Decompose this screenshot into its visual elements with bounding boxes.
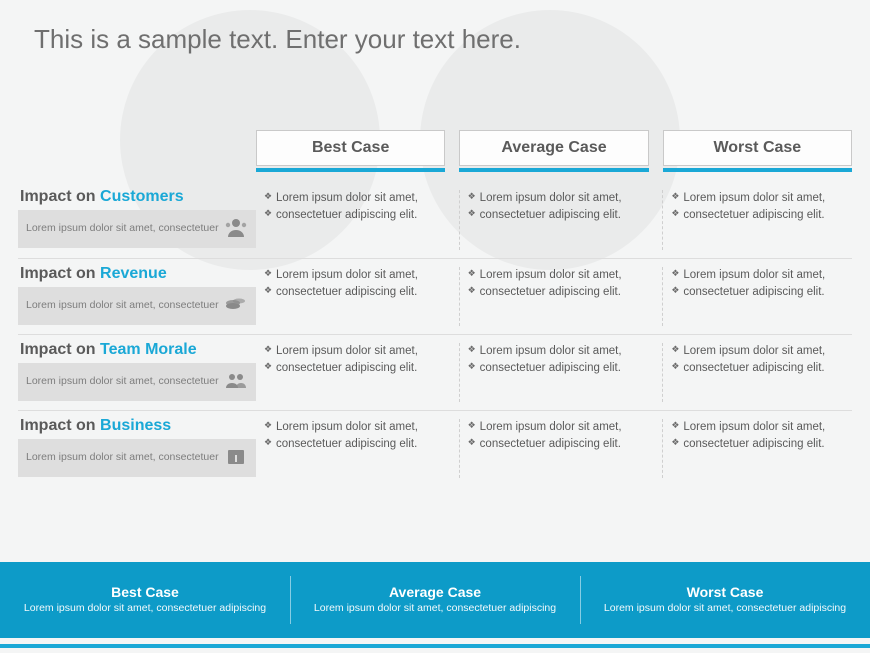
- team-icon: [220, 370, 248, 394]
- row-title: Impact on Team Morale: [18, 335, 256, 363]
- cell-average: Lorem ipsum dolor sit amet,consectetuer …: [459, 343, 649, 402]
- bullet: consectetuer adipiscing elit.: [671, 436, 852, 453]
- cell-best: Lorem ipsum dolor sit amet,consectetuer …: [264, 267, 445, 326]
- bullet: Lorem ipsum dolor sit amet,: [264, 267, 445, 284]
- bullet: Lorem ipsum dolor sit amet,: [264, 419, 445, 436]
- cell-worst: Lorem ipsum dolor sit amet,consectetuer …: [662, 343, 852, 402]
- cell-worst: Lorem ipsum dolor sit amet,consectetuer …: [662, 419, 852, 478]
- table-row: Impact on Team Morale Lorem ipsum dolor …: [18, 334, 852, 410]
- cell-best: Lorem ipsum dolor sit amet,consectetuer …: [264, 343, 445, 402]
- page-title: This is a sample text. Enter your text h…: [34, 24, 521, 55]
- row-label: Impact on Business Lorem ipsum dolor sit…: [18, 411, 256, 486]
- row-label: Impact on Customers Lorem ipsum dolor si…: [18, 182, 256, 258]
- footer-average: Average Case Lorem ipsum dolor sit amet,…: [290, 562, 580, 638]
- row-title: Impact on Revenue: [18, 259, 256, 287]
- row-subtitle-text: Lorem ipsum dolor sit amet, consectetuer: [26, 222, 219, 235]
- row-cells: Lorem ipsum dolor sit amet,consectetuer …: [256, 335, 852, 410]
- bullet: Lorem ipsum dolor sit amet,: [468, 419, 649, 436]
- row-subtitle: Lorem ipsum dolor sit amet, consectetuer: [18, 439, 256, 477]
- row-title-prefix: Impact on: [20, 188, 100, 205]
- footer-best: Best Case Lorem ipsum dolor sit amet, co…: [0, 562, 290, 638]
- row-title: Impact on Business: [18, 411, 256, 439]
- bullet: Lorem ipsum dolor sit amet,: [671, 343, 852, 360]
- row-cells: Lorem ipsum dolor sit amet,consectetuer …: [256, 259, 852, 334]
- footer-worst: Worst Case Lorem ipsum dolor sit amet, c…: [580, 562, 870, 638]
- row-subtitle: Lorem ipsum dolor sit amet, consectetuer: [18, 210, 256, 248]
- footer-title: Best Case: [111, 584, 179, 600]
- row-title-accent: Team Morale: [100, 341, 197, 358]
- impact-matrix: Best Case Average Case Worst Case Impact…: [18, 130, 852, 486]
- table-row: Impact on Customers Lorem ipsum dolor si…: [18, 182, 852, 258]
- cell-worst: Lorem ipsum dolor sit amet,consectetuer …: [662, 267, 852, 326]
- footer-title: Average Case: [389, 584, 481, 600]
- bullet: Lorem ipsum dolor sit amet,: [468, 190, 649, 207]
- bullet: Lorem ipsum dolor sit amet,: [468, 343, 649, 360]
- footer-sub: Lorem ipsum dolor sit amet, consectetuer…: [604, 602, 846, 616]
- bullet: consectetuer adipiscing elit.: [468, 360, 649, 377]
- row-title-accent: Customers: [100, 188, 184, 205]
- row-cells: Lorem ipsum dolor sit amet,consectetuer …: [256, 182, 852, 258]
- row-label: Impact on Revenue Lorem ipsum dolor sit …: [18, 259, 256, 334]
- column-header-worst: Worst Case: [663, 130, 852, 166]
- cell-average: Lorem ipsum dolor sit amet,consectetuer …: [459, 267, 649, 326]
- footer-sub: Lorem ipsum dolor sit amet, consectetuer…: [314, 602, 556, 616]
- row-subtitle-text: Lorem ipsum dolor sit amet, consectetuer: [26, 451, 219, 464]
- bullet: Lorem ipsum dolor sit amet,: [468, 267, 649, 284]
- cell-best: Lorem ipsum dolor sit amet,consectetuer …: [264, 190, 445, 250]
- bullet: Lorem ipsum dolor sit amet,: [671, 190, 852, 207]
- row-title-prefix: Impact on: [20, 341, 100, 358]
- row-subtitle: Lorem ipsum dolor sit amet, consectetuer: [18, 287, 256, 325]
- bullet: Lorem ipsum dolor sit amet,: [671, 419, 852, 436]
- bullet: consectetuer adipiscing elit.: [671, 284, 852, 301]
- cell-average: Lorem ipsum dolor sit amet,consectetuer …: [459, 190, 649, 250]
- row-label: Impact on Team Morale Lorem ipsum dolor …: [18, 335, 256, 410]
- row-title-prefix: Impact on: [20, 265, 100, 282]
- row-title-prefix: Impact on: [20, 417, 100, 434]
- row-title-accent: Business: [100, 417, 171, 434]
- bullet: consectetuer adipiscing elit.: [264, 284, 445, 301]
- rows: Impact on Customers Lorem ipsum dolor si…: [18, 182, 852, 486]
- row-subtitle-text: Lorem ipsum dolor sit amet, consectetuer: [26, 299, 219, 312]
- bullet: consectetuer adipiscing elit.: [468, 284, 649, 301]
- table-row: Impact on Business Lorem ipsum dolor sit…: [18, 410, 852, 486]
- bullet: consectetuer adipiscing elit.: [264, 360, 445, 377]
- column-header-best: Best Case: [256, 130, 445, 166]
- bullet: Lorem ipsum dolor sit amet,: [264, 190, 445, 207]
- row-subtitle-text: Lorem ipsum dolor sit amet, consectetuer: [26, 375, 219, 388]
- row-title: Impact on Customers: [18, 182, 256, 210]
- bullet: consectetuer adipiscing elit.: [264, 436, 445, 453]
- footer-sub: Lorem ipsum dolor sit amet, consectetuer…: [24, 602, 266, 616]
- customers-icon: [220, 217, 248, 241]
- column-headers: Best Case Average Case Worst Case: [256, 130, 852, 166]
- bullet: consectetuer adipiscing elit.: [264, 207, 445, 224]
- bullet: consectetuer adipiscing elit.: [671, 207, 852, 224]
- bullet: Lorem ipsum dolor sit amet,: [264, 343, 445, 360]
- footer-summary: Best Case Lorem ipsum dolor sit amet, co…: [0, 562, 870, 638]
- bullet: consectetuer adipiscing elit.: [468, 207, 649, 224]
- cell-average: Lorem ipsum dolor sit amet,consectetuer …: [459, 419, 649, 478]
- bullet: consectetuer adipiscing elit.: [468, 436, 649, 453]
- footer-title: Worst Case: [687, 584, 764, 600]
- cell-best: Lorem ipsum dolor sit amet,consectetuer …: [264, 419, 445, 478]
- footer-accent-line: [0, 644, 870, 648]
- table-row: Impact on Revenue Lorem ipsum dolor sit …: [18, 258, 852, 334]
- column-header-average: Average Case: [459, 130, 648, 166]
- row-cells: Lorem ipsum dolor sit amet,consectetuer …: [256, 411, 852, 486]
- bullet: consectetuer adipiscing elit.: [671, 360, 852, 377]
- row-title-accent: Revenue: [100, 265, 167, 282]
- revenue-icon: [220, 294, 248, 318]
- column-underlines: [256, 168, 852, 172]
- cell-worst: Lorem ipsum dolor sit amet,consectetuer …: [662, 190, 852, 250]
- row-subtitle: Lorem ipsum dolor sit amet, consectetuer: [18, 363, 256, 401]
- business-icon: [220, 446, 248, 470]
- bullet: Lorem ipsum dolor sit amet,: [671, 267, 852, 284]
